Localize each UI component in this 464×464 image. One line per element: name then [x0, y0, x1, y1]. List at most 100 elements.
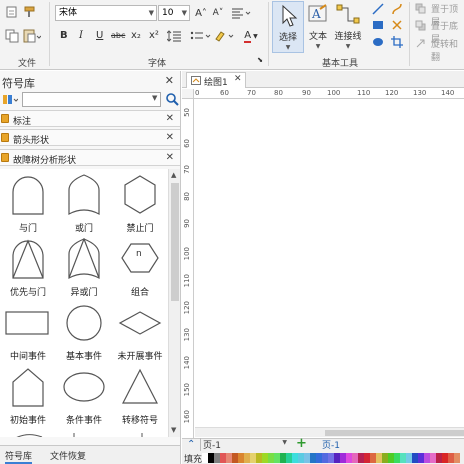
- send-to-bottom-icon[interactable]: [414, 19, 426, 31]
- point-tool-icon[interactable]: [390, 18, 404, 32]
- edit-icon[interactable]: [4, 4, 20, 20]
- drawing-icon: [191, 76, 201, 85]
- italic-button[interactable]: I: [79, 30, 83, 41]
- bring-to-top-icon[interactable]: [414, 2, 426, 14]
- search-input[interactable]: [22, 92, 161, 107]
- close-icon[interactable]: ✕: [166, 152, 174, 163]
- ruler-tick: 70: [247, 89, 256, 97]
- shape-basic-event[interactable]: 基本事件: [56, 299, 112, 363]
- copy-icon[interactable]: [4, 28, 20, 44]
- ruler-tick: 120: [385, 89, 399, 97]
- text-label: 文本: [308, 32, 327, 42]
- shape-label: 组合: [130, 288, 149, 298]
- shape-intermediate-event[interactable]: 中间事件: [0, 299, 56, 363]
- tab-symbol-library[interactable]: 符号库: [5, 449, 33, 464]
- category-arrow-shapes[interactable]: 箭头形状 ✕: [0, 129, 180, 146]
- fill-label: 填充: [184, 455, 203, 464]
- shape-transfer-symbol[interactable]: 转移符号: [112, 363, 168, 427]
- category-fault-tree[interactable]: 故障树分析形状 ✕: [0, 149, 180, 166]
- page-select[interactable]: 页-1 ▼: [200, 438, 290, 451]
- horizontal-scrollbar[interactable]: [195, 427, 464, 437]
- chevron-down-icon[interactable]: ▼: [152, 94, 157, 102]
- shape-conditional-event[interactable]: 条件事件: [56, 363, 112, 427]
- highlight-icon[interactable]: [214, 29, 236, 43]
- chevron-down-icon: ▼: [315, 43, 321, 50]
- shape-label: 转移符号: [121, 416, 158, 426]
- scrollbar-thumb[interactable]: [171, 183, 179, 301]
- line-tool-icon[interactable]: [371, 2, 385, 16]
- close-icon[interactable]: ✕: [165, 74, 174, 87]
- shape-or-gate[interactable]: 或门: [56, 171, 112, 235]
- shape-initial-event[interactable]: 初始事件: [0, 363, 56, 427]
- select-label: 选择: [278, 33, 297, 43]
- font-color-icon[interactable]: A ▼: [240, 28, 262, 44]
- scroll-up-icon[interactable]: ▲: [171, 171, 176, 179]
- svg-text:A: A: [311, 7, 321, 21]
- close-icon[interactable]: ✕: [166, 132, 174, 143]
- category-callouts[interactable]: 标注 ✕: [0, 110, 180, 127]
- tab-document[interactable]: 绘图1 ✕: [186, 72, 246, 88]
- crop-tool-icon[interactable]: [390, 35, 404, 49]
- shape-and-gate[interactable]: 与门: [0, 171, 56, 235]
- grow-font-button[interactable]: A˄: [194, 5, 208, 21]
- connector-button[interactable]: 连接线 ▼: [333, 0, 363, 54]
- group-label-basic-tools: 基本工具: [321, 59, 358, 69]
- add-page-button[interactable]: +: [296, 436, 307, 451]
- strikethrough-button[interactable]: abc: [111, 31, 125, 40]
- close-icon[interactable]: ✕: [166, 113, 174, 124]
- tab-file-recovery[interactable]: 文件恢复: [50, 449, 86, 462]
- font-size-select[interactable]: 10 ▼: [158, 5, 190, 21]
- scrollbar-thumb[interactable]: [325, 430, 464, 436]
- drawing-canvas[interactable]: [195, 100, 464, 427]
- font-name-select[interactable]: 宋体 ▼: [55, 5, 157, 21]
- close-icon[interactable]: ✕: [234, 74, 242, 84]
- bullet-list-icon[interactable]: [190, 29, 212, 43]
- xor-gate-icon: [68, 238, 100, 279]
- chevron-down-icon: ▼: [148, 9, 154, 17]
- superscript-button[interactable]: x²: [149, 30, 159, 41]
- shape-undeveloped-event[interactable]: 未开展事件: [112, 299, 168, 363]
- chevron-down-icon: ▼: [181, 9, 187, 17]
- rotate-flip-label[interactable]: 旋转和翻: [431, 37, 464, 63]
- ruler-tick: 160: [183, 410, 191, 424]
- page-up-icon[interactable]: ⌃: [187, 439, 195, 450]
- align-icon[interactable]: [230, 5, 252, 21]
- library-menu-icon[interactable]: [2, 93, 19, 107]
- paste-icon[interactable]: [22, 28, 42, 44]
- line-spacing-icon[interactable]: [167, 29, 187, 43]
- ruler-tick: 80: [183, 192, 191, 201]
- underline-button[interactable]: U: [96, 30, 103, 41]
- bold-button[interactable]: B: [60, 30, 68, 41]
- vertical-scrollbar[interactable]: ▲ ▼: [168, 169, 180, 437]
- ruler-tick: 130: [183, 328, 191, 342]
- curve-tool-icon[interactable]: [390, 2, 404, 16]
- text-button[interactable]: A 文本 ▼: [305, 0, 331, 54]
- dialog-launcher-icon[interactable]: ⬊: [255, 55, 265, 65]
- ribbon: 文件 宋体 ▼ 10 ▼ A˄ A˅ B I U abc x₂ x² A ▼ 字体…: [0, 0, 464, 70]
- color-swatch[interactable]: [454, 453, 460, 463]
- search-icon[interactable]: [165, 91, 179, 107]
- color-swatches[interactable]: [202, 453, 460, 463]
- shrink-font-button[interactable]: A˅: [211, 5, 225, 21]
- basic-event-icon: [66, 305, 102, 341]
- shape-combination[interactable]: n 组合: [112, 235, 168, 299]
- ruler-tick: 60: [183, 139, 191, 148]
- panel-title: 符号库: [2, 77, 35, 90]
- subscript-button[interactable]: x₂: [131, 30, 141, 41]
- rotate-icon[interactable]: [414, 37, 426, 49]
- format-painter-icon[interactable]: [22, 4, 38, 20]
- ellipse-tool-icon[interactable]: [371, 35, 385, 49]
- ruler-corner: [182, 89, 194, 99]
- group-label-file: 文件: [17, 59, 36, 69]
- scroll-down-icon[interactable]: ▼: [171, 426, 176, 434]
- category-label: 故障树分析形状: [13, 156, 77, 166]
- ruler-tick: 50: [183, 108, 191, 117]
- select-button[interactable]: 选择 ▼: [272, 1, 304, 53]
- shape-xor-gate[interactable]: 异或门: [56, 235, 112, 299]
- shape-label: 优先与门: [9, 288, 46, 298]
- rectangle-tool-icon[interactable]: [371, 18, 385, 32]
- shape-inhibit-gate[interactable]: 禁止门: [112, 171, 168, 235]
- ruler-tick: 150: [183, 383, 191, 397]
- shape-priority-and-gate[interactable]: 优先与门: [0, 235, 56, 299]
- ribbon-separator: [409, 2, 410, 66]
